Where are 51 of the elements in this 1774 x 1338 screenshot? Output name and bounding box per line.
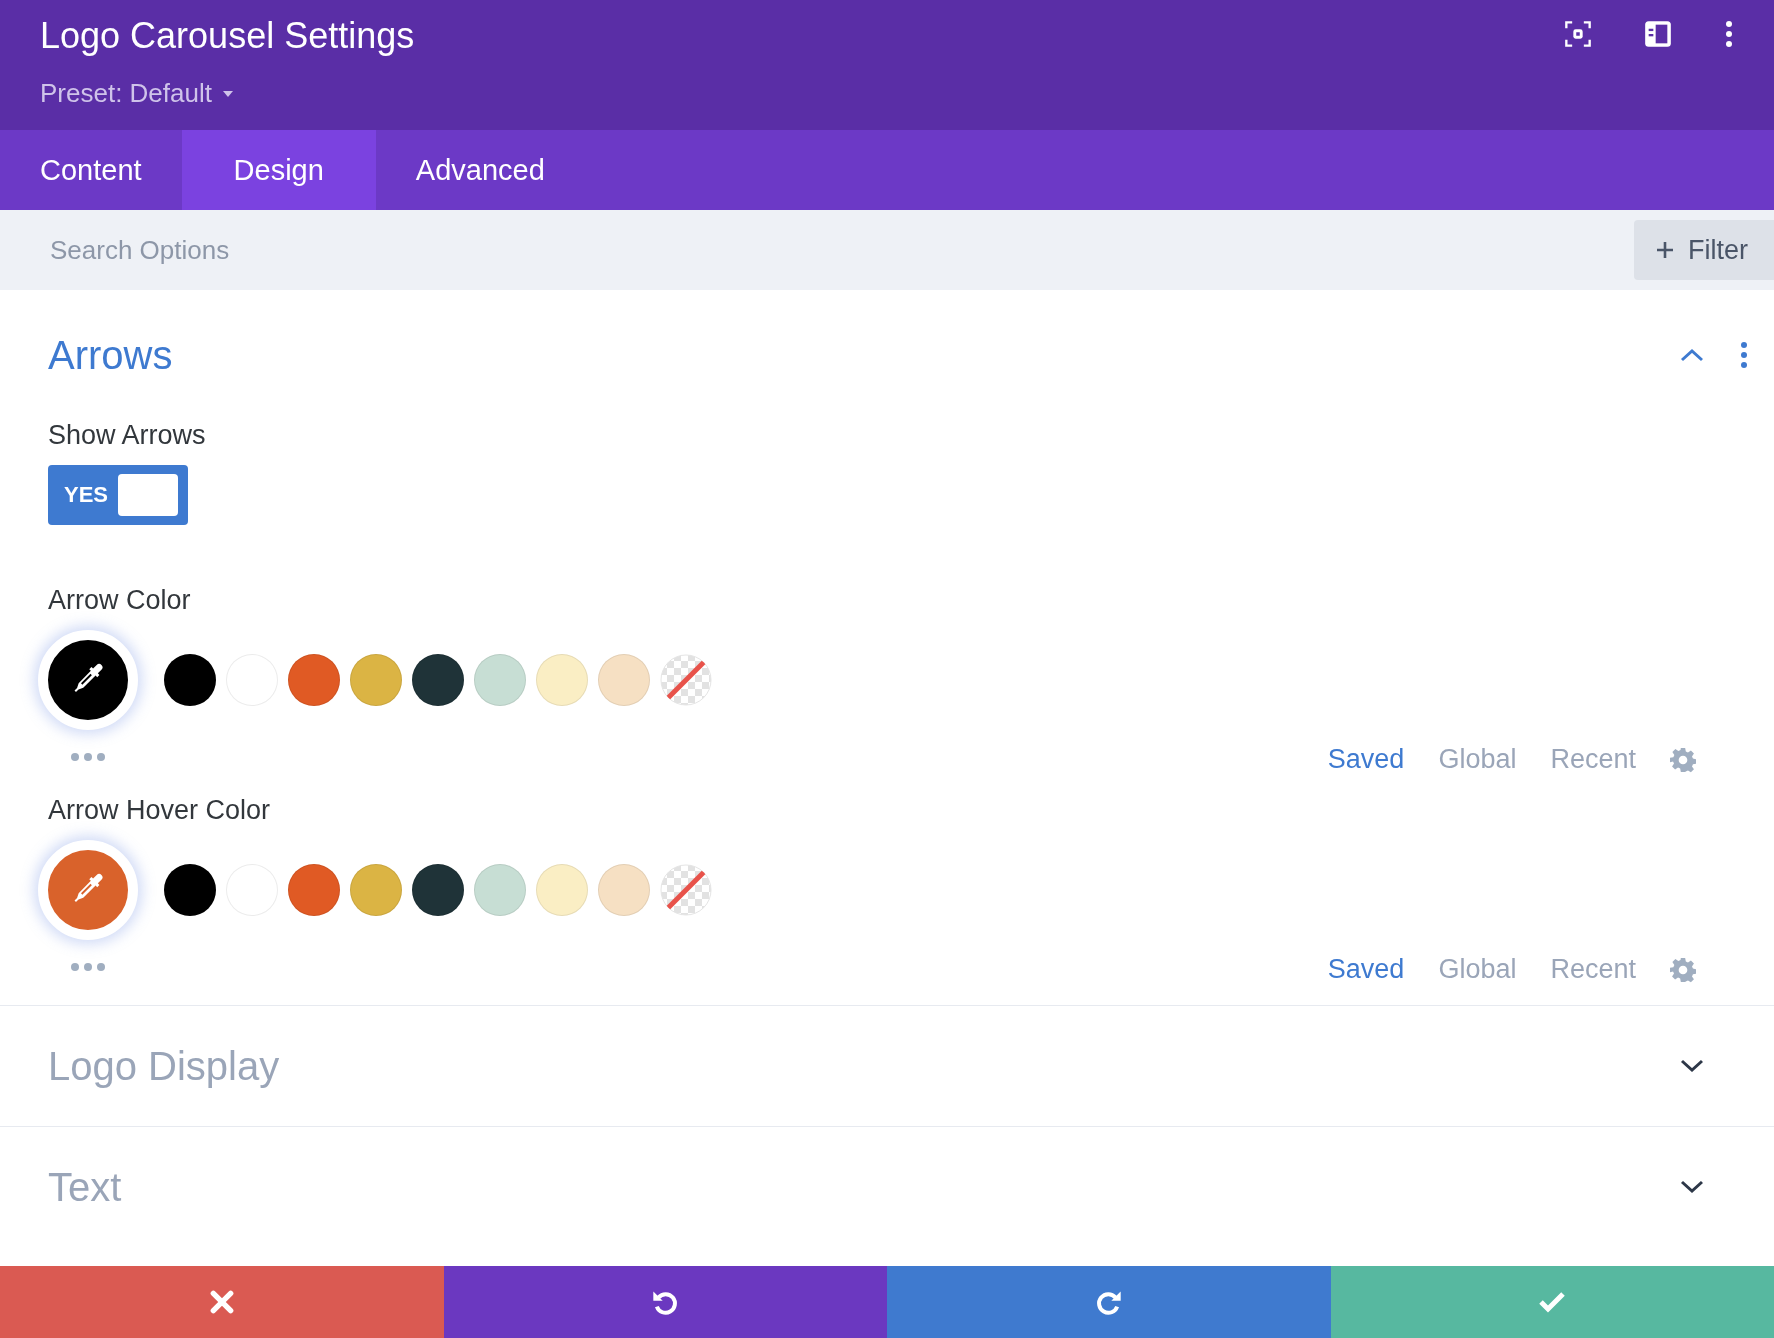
- tab[interactable]: Content: [0, 130, 182, 210]
- no-color-swatch[interactable]: [660, 654, 712, 706]
- color-swatch[interactable]: [288, 654, 340, 706]
- more-colors-icon[interactable]: [70, 962, 106, 972]
- color-swatch[interactable]: [412, 864, 464, 916]
- palette-tab[interactable]: Global: [1438, 954, 1517, 985]
- tab[interactable]: Design: [181, 130, 376, 210]
- color-swatch[interactable]: [164, 864, 216, 916]
- palette-tab[interactable]: Global: [1438, 744, 1517, 775]
- section-title[interactable]: Arrows: [48, 332, 173, 378]
- color-swatch[interactable]: [598, 864, 650, 916]
- palette-tab[interactable]: Saved: [1327, 744, 1405, 775]
- sidebar-layout-icon[interactable]: [1644, 20, 1672, 48]
- color-swatch[interactable]: [350, 864, 402, 916]
- color-swatch[interactable]: [474, 654, 526, 706]
- filter-button[interactable]: Filter: [1634, 220, 1774, 280]
- color-swatch[interactable]: [598, 654, 650, 706]
- chevron-down-icon[interactable]: [1680, 1059, 1704, 1073]
- plus-icon: [1656, 241, 1674, 259]
- no-color-swatch[interactable]: [660, 864, 712, 916]
- palette-tab[interactable]: Saved: [1327, 954, 1405, 985]
- close-icon: [208, 1289, 235, 1315]
- color-swatch[interactable]: [412, 654, 464, 706]
- caret-icon: [222, 89, 234, 98]
- panel-title: Logo Carousel Settings: [40, 14, 415, 58]
- color-swatch[interactable]: [536, 654, 588, 706]
- color-swatch[interactable]: [350, 654, 402, 706]
- settings-icon[interactable]: [1670, 746, 1696, 773]
- color-swatch[interactable]: [164, 654, 216, 706]
- tab[interactable]: Advanced: [375, 130, 585, 210]
- field-label: Arrow Color: [48, 585, 192, 616]
- focus-icon[interactable]: [1564, 20, 1592, 48]
- settings-icon[interactable]: [1670, 956, 1696, 983]
- chevron-up-icon[interactable]: [1680, 348, 1704, 362]
- palette-tab[interactable]: Recent: [1550, 744, 1636, 775]
- color-swatch[interactable]: [288, 864, 340, 916]
- field-label: Show Arrows: [48, 420, 207, 451]
- chevron-down-icon[interactable]: [1680, 1180, 1704, 1194]
- preset-dropdown[interactable]: Preset: Default: [40, 78, 415, 109]
- toggle-switch[interactable]: YES: [48, 465, 188, 525]
- palette-tab[interactable]: Recent: [1550, 954, 1636, 985]
- section-title[interactable]: Text: [48, 1164, 122, 1210]
- color-swatch[interactable]: [536, 864, 588, 916]
- color-swatch[interactable]: [474, 864, 526, 916]
- section-title[interactable]: Logo Display: [48, 1043, 280, 1089]
- more-colors-icon[interactable]: [70, 752, 106, 762]
- field-label: Arrow Hover Color: [48, 795, 272, 826]
- more-options-icon[interactable]: [1740, 342, 1748, 368]
- more-options-icon[interactable]: [1724, 20, 1734, 48]
- checkmark-icon: [1538, 1290, 1567, 1314]
- search-field[interactable]: Search Options: [48, 233, 652, 267]
